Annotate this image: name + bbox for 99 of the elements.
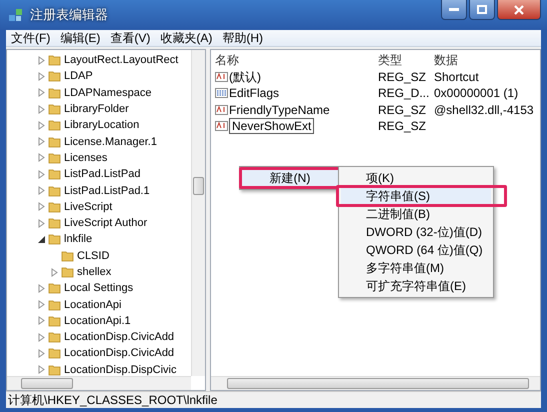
folder-icon [48,200,61,213]
expand-arrow-icon[interactable] [37,56,46,65]
menu-bar-item[interactable]: 查看(V) [105,30,156,46]
tree-item[interactable]: LibraryLocation [63,119,140,132]
folder-icon [48,233,61,246]
menu-bar-item[interactable]: 文件(F) [6,30,56,46]
menu-bar-item[interactable]: 帮助(H) [217,30,268,46]
vertical-scrollbar[interactable] [191,50,205,376]
value-type: REG_SZ [378,70,428,84]
horizontal-scrollbar[interactable] [7,376,191,390]
tree-item[interactable]: ListPad.ListPad [63,168,140,180]
tree-item[interactable]: LiveScript Author [63,217,148,230]
minimize-button[interactable] [441,0,467,20]
tree-item[interactable]: Local Settings [63,282,134,294]
folder-icon [48,152,61,164]
menu-item[interactable]: 多字符串值(M) [341,259,491,277]
value-data: Shortcut [434,70,480,84]
tree-item[interactable]: LibraryFolder [63,103,129,116]
string-value-icon [215,71,228,83]
tree-item[interactable]: LocationDisp.CivicAdd [63,347,174,360]
folder-icon [48,347,61,360]
value-name: FriendlyTypeName [229,102,330,117]
status-bar: 计算机\HKEY_CLASSES_ROOT\lnkfile [6,391,541,408]
folder-icon [61,266,74,278]
maximize-button[interactable] [469,0,495,20]
tree-item[interactable]: LDAP [63,70,93,82]
tree-item[interactable]: LocationDisp.DispCivic [63,364,176,376]
folder-icon [61,250,74,262]
expand-arrow-icon[interactable] [37,88,46,98]
expand-arrow-icon[interactable] [37,300,46,310]
value-name: EditFlags [229,86,280,100]
tree-item[interactable]: LiveScript [63,200,112,213]
folder-icon [48,86,61,99]
rename-field[interactable]: NeverShowExt [229,118,314,134]
registry-cubes-icon [8,7,24,23]
expand-arrow-icon[interactable] [37,120,46,130]
close-button[interactable] [497,0,541,20]
expand-arrow-icon[interactable] [37,284,46,293]
tree-item[interactable]: LDAPNamespace [63,86,152,99]
tree-item[interactable]: shellex [76,266,112,278]
expand-arrow-icon[interactable] [37,316,46,326]
folder-icon [48,331,61,344]
expand-arrow-icon[interactable] [37,186,46,196]
value-name: (默认) [229,68,261,86]
expand-arrow-icon[interactable] [37,218,46,228]
tree-item[interactable]: ListPad.ListPad.1 [63,184,150,197]
value-type: REG_D... [378,86,430,100]
tree-item[interactable]: Licenses [63,152,108,164]
minimize-icon [449,8,459,12]
menu-item[interactable]: 二进制值(B) [341,205,491,223]
menu-bar-item[interactable]: 编辑(E) [55,30,106,46]
menu-item[interactable]: 项(K) [341,169,491,187]
horizontal-scrollbar[interactable] [211,376,540,390]
value-type: REG_SZ [378,119,428,134]
folder-icon [48,136,61,148]
expand-arrow-icon[interactable] [37,137,46,146]
value-type: REG_SZ [378,102,428,117]
folder-icon [48,119,61,132]
tree-item[interactable]: LocationDisp.CivicAdd [63,331,174,344]
value-data: @shell32.dll,-4153 [434,102,535,117]
tree-item[interactable]: LayoutRect.LayoutRect [63,54,178,66]
folder-icon [48,184,61,197]
tree-item[interactable]: License.Manager.1 [63,136,157,148]
menu-item[interactable]: QWORD (64 位)值(Q) [341,241,491,259]
close-icon [514,4,524,14]
menu-item[interactable]: 可扩充字符串值(E) [341,277,491,295]
tree-item[interactable]: lnkfile [63,233,92,246]
tree-item[interactable]: LocationApi.1 [63,314,131,327]
folder-icon [48,168,61,180]
expand-arrow-icon[interactable] [37,202,46,212]
value-data: 0x00000001 (1) [434,86,520,100]
column-header[interactable]: 数据 [434,52,536,69]
folder-icon [48,54,61,66]
binary-value-icon [215,87,228,100]
folder-icon [48,314,61,327]
menu-bar-item[interactable]: 收藏夹(A) [155,30,218,46]
folder-icon [48,70,61,82]
expand-arrow-icon[interactable] [37,365,46,374]
menu-item[interactable]: DWORD (32-位)值(D) [341,223,491,241]
tree-item[interactable]: LocationApi [63,298,122,311]
folder-icon [48,298,61,311]
tree-item[interactable]: CLSID [76,250,110,262]
expand-arrow-icon[interactable] [37,72,46,81]
expand-arrow-icon[interactable] [50,268,59,276]
expand-arrow-icon[interactable] [37,332,46,342]
expand-arrow-icon[interactable] [37,170,46,179]
maximize-icon [477,5,487,14]
expand-arrow-icon[interactable] [37,153,46,162]
column-header[interactable]: 类型 [378,52,434,69]
expand-arrow-icon[interactable] [37,348,46,358]
window-title: 注册表编辑器 [30,6,108,24]
expand-arrow-icon[interactable] [37,104,46,114]
collapse-arrow-icon[interactable] [37,234,46,244]
string-value-icon [215,120,228,132]
folder-icon [48,217,61,230]
string-value-icon [215,104,228,116]
folder-icon [48,282,61,294]
column-header[interactable]: 名称 [215,52,378,69]
folder-icon [48,103,61,116]
